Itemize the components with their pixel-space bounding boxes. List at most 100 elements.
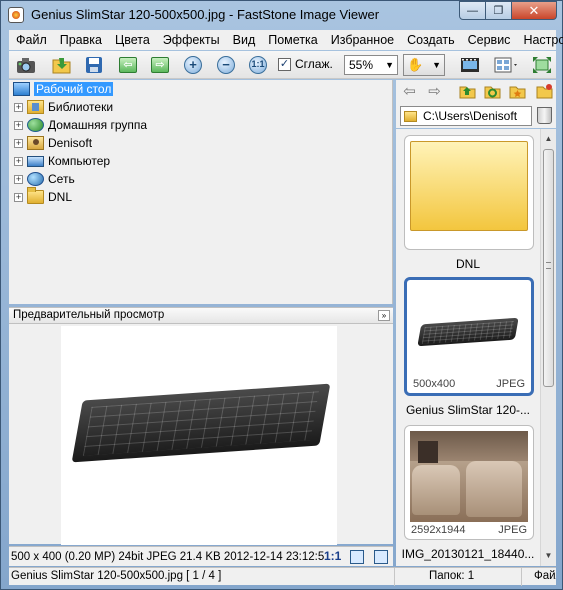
smooth-label: Сглаж. <box>295 57 333 71</box>
previous-image-button[interactable]: ⇦ <box>117 54 139 76</box>
tree-label: Сеть <box>48 172 75 186</box>
expand-icon[interactable]: + <box>14 120 23 130</box>
menu-effects[interactable]: Эффекты <box>156 33 226 47</box>
scroll-down-icon[interactable]: ▼ <box>541 548 556 564</box>
thumbnail-image <box>410 283 528 376</box>
folder-up-icon[interactable] <box>459 83 476 100</box>
image-info-text: 500 x 400 (0.20 MP) 24bit JPEG 21.4 KB 2… <box>11 550 325 563</box>
tree-item-homegroup[interactable]: + Домашняя группа <box>14 116 147 134</box>
preview-image[interactable] <box>61 326 337 545</box>
fit-icon[interactable] <box>350 550 364 564</box>
expand-icon[interactable]: + <box>14 174 23 184</box>
full-view-icon[interactable] <box>374 550 388 564</box>
status-files: Файл <box>534 570 556 582</box>
menu-create[interactable]: Создать <box>400 33 461 47</box>
menu-tag[interactable]: Пометка <box>261 33 324 47</box>
preview-title: Предварительный просмотр <box>13 309 165 321</box>
forward-arrow-icon[interactable]: ⇨ <box>426 83 443 100</box>
menu-colors[interactable]: Цвета <box>108 33 156 47</box>
path-bar: C:\Users\Denisoft <box>396 104 556 128</box>
app-window: Genius SlimStar 120-500x500.jpg - FastSt… <box>0 0 563 590</box>
tree-item-libraries[interactable]: + Библиотеки <box>14 98 113 116</box>
camera-icon[interactable] <box>15 54 37 76</box>
tree-label: Компьютер <box>48 154 111 168</box>
maximize-button[interactable]: ❐ <box>486 1 512 20</box>
zoom-out-button[interactable]: − <box>215 54 237 76</box>
expand-icon[interactable]: + <box>14 102 23 112</box>
new-folder-icon[interactable] <box>536 83 553 100</box>
browser-nav-bar: ⇦ ⇨ <box>396 80 556 104</box>
desktop-icon <box>13 82 30 96</box>
open-folder-icon[interactable] <box>51 54 73 76</box>
zoom-in-button[interactable]: + <box>182 54 204 76</box>
zoom-select[interactable]: 55% ▼ <box>344 55 398 75</box>
thumbnail-caption: IMG_20130121_18440... <box>401 547 535 561</box>
thumbnail-caption: DNL <box>455 257 480 271</box>
menu-view[interactable]: Вид <box>226 33 262 47</box>
thumbnail-format: JPEG <box>496 378 525 390</box>
menu-favorites[interactable]: Избранное <box>324 33 400 47</box>
expand-icon[interactable]: + <box>14 192 23 202</box>
tree-item-network[interactable]: + Сеть <box>14 170 75 188</box>
status-file: Genius SlimStar 120-500x500.jpg [ 1 / 4 … <box>11 570 222 582</box>
thumbnail-photo[interactable]: 2592x1944 JPEG <box>404 425 534 540</box>
thumbnail-caption: Genius SlimStar 120-... <box>405 403 531 417</box>
toolbar: ⇦ ⇨ + − 1:1 ✓ Сглаж. 55% ▼ ✋ ▼ <box>9 51 556 79</box>
menu-tools[interactable]: Сервис <box>461 33 517 47</box>
path-combobox[interactable]: C:\Users\Denisoft <box>400 106 532 126</box>
tree-label: Домашняя группа <box>48 118 148 132</box>
tree-item-denisoft[interactable]: + Denisoft <box>14 134 92 152</box>
status-folders: Папок: 1 <box>429 570 475 582</box>
menu-settings[interactable]: Настройки <box>516 33 563 47</box>
thumbnail-dims: 2592x1944 <box>411 524 466 536</box>
path-text: C:\Users\Denisoft <box>423 109 518 123</box>
tree-label: Библиотеки <box>48 100 114 114</box>
computer-icon <box>27 155 44 167</box>
tree-label: Рабочий стол <box>34 82 114 96</box>
thumbnail-format: JPEG <box>498 524 527 536</box>
actual-size-link[interactable]: 1:1 <box>324 549 341 563</box>
save-icon[interactable] <box>83 54 105 76</box>
scrollbar-thumb[interactable] <box>543 149 554 387</box>
favorite-folder-icon[interactable] <box>509 83 526 100</box>
thumbnail-selected[interactable]: 500x400 JPEG <box>404 277 534 396</box>
trash-icon[interactable] <box>537 107 552 124</box>
close-button[interactable]: ✕ <box>512 1 557 20</box>
zoom-value: 55% <box>349 58 374 72</box>
actual-size-button[interactable]: 1:1 <box>247 54 269 76</box>
thumbnail-folder[interactable] <box>404 135 534 250</box>
image-info-bar: 500 x 400 (0.20 MP) 24bit JPEG 21.4 KB 2… <box>9 546 393 566</box>
menu-bar: Файл Правка Цвета Эффекты Вид Пометка Из… <box>9 30 563 50</box>
next-image-button[interactable]: ⇨ <box>149 54 171 76</box>
folder-tree: Рабочий стол + Библиотеки + Домашняя гру… <box>9 80 393 304</box>
tree-item-dnl[interactable]: + DNL <box>14 187 73 206</box>
window-controls: — ❐ ✕ <box>459 1 557 20</box>
tree-label: DNL <box>48 190 73 204</box>
preview-area <box>9 324 393 545</box>
minimize-button[interactable]: — <box>459 1 486 20</box>
smooth-toggle[interactable]: ✓ Сглаж. <box>278 57 333 71</box>
tree-item-computer[interactable]: + Компьютер <box>14 152 110 170</box>
back-arrow-icon[interactable]: ⇦ <box>401 83 418 100</box>
expand-icon[interactable]: + <box>14 156 23 166</box>
folder-icon <box>27 187 44 204</box>
scroll-up-icon[interactable]: ▲ <box>541 131 556 147</box>
slideshow-icon[interactable] <box>459 54 481 76</box>
menu-file[interactable]: Файл <box>9 33 53 47</box>
expand-icon[interactable]: + <box>14 138 23 148</box>
collapse-preview-button[interactable]: » <box>378 310 390 321</box>
thumbnail-list: DNL 500x400 JPEG Genius SlimStar 120-...… <box>396 129 540 566</box>
fullscreen-icon[interactable] <box>531 54 553 76</box>
mouse-mode-select[interactable]: ✋ ▼ <box>403 54 445 76</box>
smooth-checkbox[interactable]: ✓ <box>278 57 291 71</box>
thumbnail-dims: 500x400 <box>413 378 456 390</box>
keyboard-image <box>71 383 331 463</box>
app-logo-icon[interactable] <box>8 6 24 23</box>
layout-icon[interactable] <box>493 54 521 76</box>
menu-edit[interactable]: Правка <box>53 33 108 47</box>
chevron-down-icon: ▼ <box>385 60 394 70</box>
thumbnail-scrollbar[interactable]: ▲ ▼ <box>540 129 556 566</box>
folder-thumbnail-icon <box>410 141 528 231</box>
refresh-folder-icon[interactable] <box>484 83 501 100</box>
tree-root-desktop[interactable]: Рабочий стол <box>13 82 114 96</box>
